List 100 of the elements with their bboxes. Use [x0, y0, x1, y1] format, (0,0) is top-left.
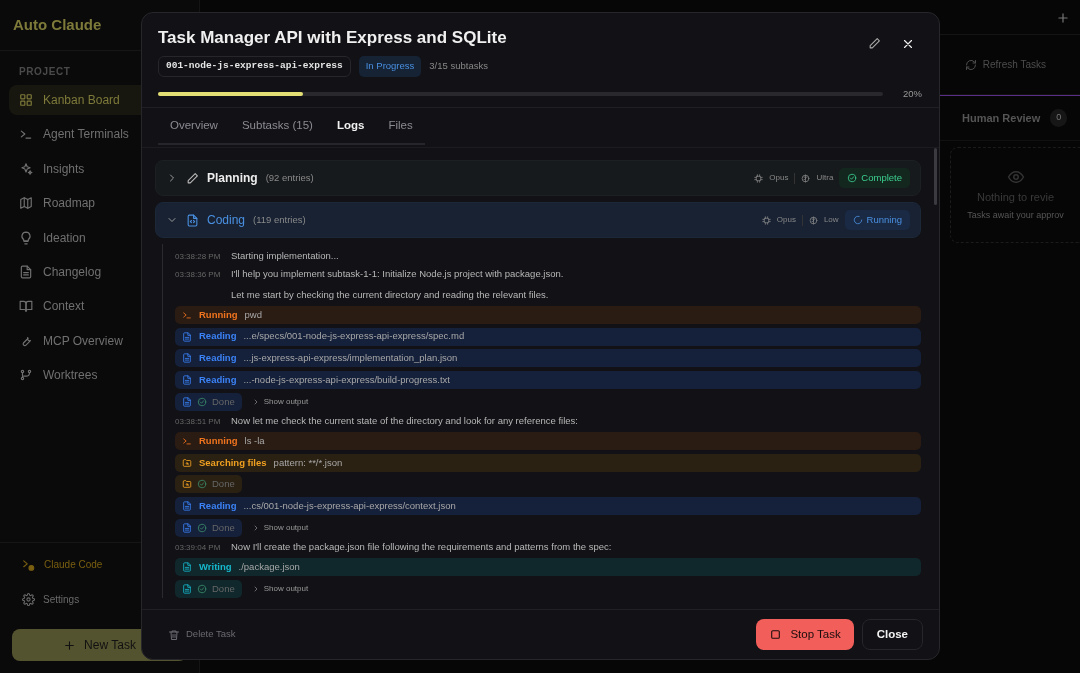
tool-detail: ls -la	[244, 433, 265, 448]
sidebar-item[interactable]: Context	[9, 291, 190, 322]
done-status: Done	[175, 475, 242, 494]
show-output-toggle[interactable]: Show output	[251, 582, 309, 595]
tool-action: Running	[199, 433, 238, 448]
check-circle-icon	[197, 479, 207, 490]
terminal-icon	[182, 309, 192, 320]
document-icon	[182, 562, 192, 573]
tab[interactable]: Subtasks (15)	[229, 108, 325, 143]
done-status: Done	[175, 579, 242, 598]
close-icon	[901, 37, 915, 51]
timestamp: 03:38:36 PM	[175, 268, 222, 281]
done-status: Done	[175, 518, 242, 537]
refresh-icon	[964, 58, 977, 71]
terminal-dot-icon	[22, 557, 36, 572]
entry-count: (119 entries)	[253, 212, 306, 227]
timestamp: 03:38:28 PM	[175, 251, 222, 263]
timestamp: 03:38:51 PM	[175, 416, 222, 429]
subtask-count: 3/15 subtasks	[429, 59, 488, 74]
tool-action: Running	[199, 307, 238, 322]
chip-icon	[754, 173, 764, 183]
tool-detail: ...e/specs/001-node-js-express-api-express/spec.md	[243, 329, 465, 344]
tab[interactable]: Files	[376, 108, 425, 143]
tab[interactable]: Logs	[324, 108, 377, 143]
status-badge: Complete	[839, 167, 910, 189]
show-output-toggle[interactable]: Show output	[251, 395, 309, 408]
spinner-icon	[852, 215, 863, 225]
edit-button[interactable]	[868, 37, 881, 50]
pencil-icon	[186, 171, 199, 185]
document-icon	[182, 583, 192, 594]
scrollbar-thumb[interactable]	[934, 148, 937, 205]
trash-icon	[168, 628, 180, 641]
document-icon	[182, 396, 192, 407]
document-icon	[182, 374, 192, 385]
sidebar-item[interactable]: MCP Overview	[9, 325, 190, 356]
document-icon	[19, 264, 33, 279]
tool-detail: pattern: **/*.json	[273, 455, 343, 470]
document-icon	[182, 331, 192, 342]
column-title: Human Review	[962, 110, 1041, 126]
status-badge: Running	[844, 209, 910, 231]
thinking-level: Ultra	[816, 172, 834, 184]
terminal-icon	[19, 127, 33, 142]
tool-detail: ...cs/001-node-js-express-api-express/context.json	[243, 498, 456, 513]
code-file-icon	[186, 213, 199, 227]
count-badge: 0	[1050, 109, 1068, 127]
stop-task-button[interactable]: Stop Task	[756, 619, 854, 650]
check-circle-icon	[847, 173, 858, 183]
grid-icon	[19, 93, 33, 107]
eye-icon	[1006, 168, 1025, 186]
log-message: Now I'll create the package.json file following the requirements and patterns from the spec:	[231, 540, 612, 555]
spec-id-badge: 001-node-js-express-api-express	[158, 56, 351, 77]
close-button[interactable]	[901, 37, 915, 51]
folder-search-icon	[182, 479, 192, 490]
log-message: Starting implementation...	[231, 249, 339, 263]
empty-text: Tasks await your approv	[967, 208, 1064, 222]
square-icon	[769, 628, 783, 641]
document-icon	[182, 522, 192, 533]
tool-detail: ...-node-js-express-api-express/build-progress.txt	[243, 372, 450, 387]
tool-action: Reading	[199, 351, 237, 366]
branch-icon	[19, 368, 33, 383]
phase-header[interactable]: Planning (92 entries) Opus Ultra Complete	[155, 160, 921, 196]
check-circle-icon	[197, 396, 207, 407]
sparkle-icon	[19, 161, 33, 176]
folder-search-icon	[182, 457, 192, 468]
lightbulb-icon	[19, 230, 33, 245]
phase-name: Planning	[207, 170, 258, 187]
map-icon	[19, 196, 33, 211]
model-label: Opus	[776, 214, 796, 226]
check-circle-icon	[197, 583, 207, 594]
chip-icon	[761, 215, 771, 225]
close-dialog-button[interactable]: Close	[861, 619, 923, 650]
status-badge: In Progress	[358, 56, 422, 77]
model-label: Opus	[769, 172, 789, 184]
book-icon	[19, 299, 33, 314]
document-icon	[182, 353, 192, 364]
refresh-tasks-button[interactable]: Refresh Tasks	[958, 56, 1052, 73]
tool-detail: ...js-express-api-express/implementation_plan.json	[243, 351, 458, 366]
sidebar-item[interactable]: Worktrees	[9, 360, 190, 391]
tool-action: Searching files	[199, 455, 267, 470]
document-icon	[182, 501, 192, 512]
plus-icon	[1056, 10, 1070, 25]
log-message: Now let me check the current state of the directory and look for any reference files:	[231, 414, 578, 429]
terminal-icon	[182, 436, 192, 447]
phase-name: Coding	[207, 212, 246, 229]
log-message: Let me start by checking the current directory and reading the relevant files.	[231, 288, 550, 303]
plus-icon	[63, 638, 77, 652]
done-status: Done	[175, 392, 242, 411]
tool-action: Reading	[199, 498, 237, 513]
entry-count: (92 entries)	[265, 170, 314, 185]
check-circle-icon	[197, 522, 207, 533]
tool-action: Reading	[199, 372, 237, 387]
settings-icon	[22, 593, 35, 606]
tool-detail: ./package.json	[238, 560, 300, 575]
progress-percent: 20%	[903, 86, 922, 101]
tool-detail: pwd	[244, 307, 262, 322]
show-output-toggle[interactable]: Show output	[251, 521, 309, 534]
log-message: I'll help you implement subtask-1-1: Initialize Node.js project with package.json.	[231, 266, 564, 281]
tool-action: Reading	[199, 329, 237, 344]
pencil-icon	[868, 37, 881, 50]
phase-header[interactable]: Coding (119 entries) Opus Low Running	[155, 202, 921, 238]
